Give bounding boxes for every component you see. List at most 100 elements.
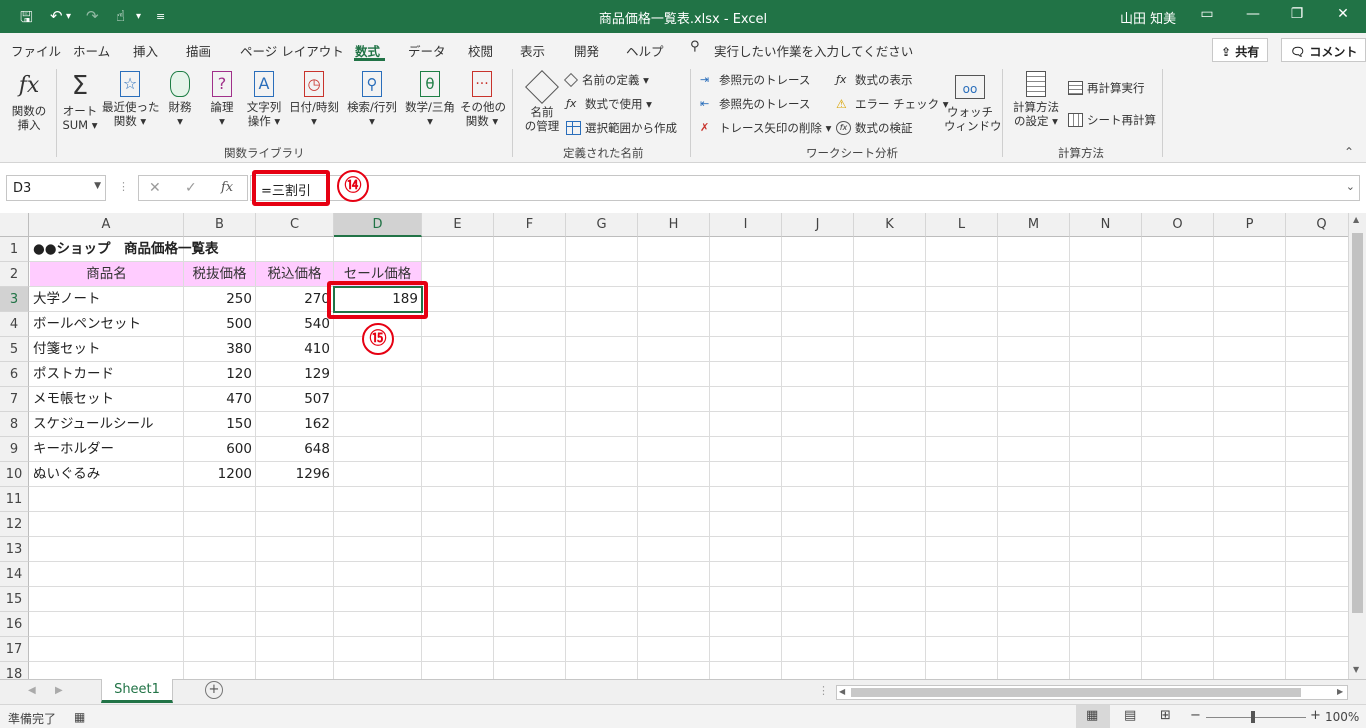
item-name-cell[interactable]: ポストカード (30, 362, 117, 387)
tell-me-box[interactable]: 実行したい作業を入力してください (714, 41, 913, 60)
error-checking-button[interactable]: ⚠ エラー チェック ▾ (836, 96, 949, 112)
row-header-8[interactable]: 8 (0, 412, 29, 437)
tab-data[interactable]: データ (408, 41, 446, 60)
enter-icon[interactable]: ✓ (185, 180, 197, 196)
add-sheet-icon[interactable]: + (205, 681, 223, 699)
insert-function-icon[interactable]: fx (221, 180, 233, 195)
column-header-n[interactable]: N (1070, 213, 1142, 237)
item-pretax-cell[interactable]: 1200 (184, 462, 255, 487)
item-name-cell[interactable]: 付箋セット (30, 337, 104, 362)
comment-button[interactable]: 🗨 コメント (1281, 38, 1366, 62)
zoom-slider-track[interactable] (1206, 717, 1306, 718)
column-header-p[interactable]: P (1214, 213, 1286, 237)
item-taxincl-cell[interactable]: 270 (256, 287, 333, 312)
column-header-j[interactable]: J (782, 213, 854, 237)
row-header-12[interactable]: 12 (0, 512, 29, 537)
sheet-title-cell[interactable]: ●●ショップ 商品価格一覧表 (30, 237, 222, 262)
worksheet-grid[interactable]: A B C D E F G H I J K L M N O P Q 1 2 3 … (0, 213, 1348, 679)
remove-arrows-button[interactable]: ✗ トレース矢印の削除 ▾ (700, 120, 831, 136)
row-header-9[interactable]: 9 (0, 437, 29, 462)
header-cell-pretax[interactable]: 税抜価格 (184, 262, 255, 287)
create-from-selection-button[interactable]: 選択範囲から作成 (566, 120, 677, 136)
item-taxincl-cell[interactable]: 1296 (256, 462, 333, 487)
horizontal-scroll-thumb[interactable] (851, 688, 1301, 697)
row-header-13[interactable]: 13 (0, 537, 29, 562)
name-manager-button[interactable]: 名前 の管理 (520, 70, 564, 133)
page-break-view-icon[interactable]: ⊞ (1160, 708, 1171, 723)
row-header-4[interactable]: 4 (0, 312, 29, 337)
normal-view-icon[interactable]: ▦ (1086, 708, 1098, 723)
tab-draw[interactable]: 描画 (186, 41, 211, 60)
text-functions-button[interactable]: A 文字列 操作 ▾ (244, 71, 284, 128)
calculate-now-button[interactable]: 再計算実行 (1068, 80, 1145, 96)
show-formulas-button[interactable]: ƒx 数式の表示 (836, 72, 913, 88)
column-header-h[interactable]: H (638, 213, 710, 237)
item-pretax-cell[interactable]: 250 (184, 287, 255, 312)
user-name[interactable]: 山田 知美 (1120, 8, 1176, 27)
tab-page-layout[interactable]: ページ レイアウト (240, 41, 344, 60)
tab-insert[interactable]: 挿入 (133, 41, 158, 60)
sheet-tab-sheet1[interactable]: Sheet1 (101, 679, 173, 703)
column-header-a[interactable]: A (29, 213, 184, 237)
vertical-scroll-thumb[interactable] (1352, 233, 1363, 613)
datetime-button[interactable]: ◷ 日付/時刻 ▾ (286, 71, 342, 128)
minimize-icon[interactable]: — (1238, 6, 1268, 22)
expand-formula-icon[interactable]: ⌄ (1346, 180, 1355, 193)
vertical-scrollbar[interactable]: ▲ ▼ (1348, 213, 1366, 679)
row-header-5[interactable]: 5 (0, 337, 29, 362)
item-taxincl-cell[interactable]: 410 (256, 337, 333, 362)
item-pretax-cell[interactable]: 150 (184, 412, 255, 437)
calculate-sheet-button[interactable]: シート再計算 (1068, 112, 1156, 128)
column-header-m[interactable]: M (998, 213, 1070, 237)
row-header-10[interactable]: 10 (0, 462, 29, 487)
zoom-in-icon[interactable]: + (1310, 708, 1321, 723)
autosum-button[interactable]: Σ オート SUM ▾ (60, 71, 100, 132)
row-header-2[interactable]: 2 (0, 262, 29, 287)
item-pretax-cell[interactable]: 380 (184, 337, 255, 362)
row-header-1[interactable]: 1 (0, 237, 29, 262)
item-taxincl-cell[interactable]: 507 (256, 387, 333, 412)
name-box-dropdown-icon[interactable]: ▼ (94, 181, 101, 191)
define-name-button[interactable]: 名前の定義 ▾ (563, 72, 649, 88)
tab-file[interactable]: ファイル (11, 41, 61, 60)
item-taxincl-cell[interactable]: 162 (256, 412, 333, 437)
item-name-cell[interactable]: メモ帳セット (30, 387, 117, 412)
column-header-b[interactable]: B (184, 213, 256, 237)
tab-split-grip-icon[interactable]: ⋮ (818, 684, 829, 697)
column-header-e[interactable]: E (422, 213, 494, 237)
trace-dependents-button[interactable]: ⇤ 参照先のトレース (700, 96, 810, 112)
scroll-left-icon[interactable]: ◀ (839, 687, 845, 696)
name-box[interactable]: D3 ▼ (6, 175, 106, 201)
logical-button[interactable]: ? 論理 ▾ (205, 71, 239, 128)
item-name-cell[interactable]: ぬいぐるみ (30, 462, 103, 487)
column-header-q[interactable]: Q (1286, 213, 1348, 237)
column-header-l[interactable]: L (926, 213, 998, 237)
select-all-corner[interactable] (0, 213, 29, 237)
item-name-cell[interactable]: 大学ノート (30, 287, 104, 312)
page-layout-view-icon[interactable]: ▤ (1124, 708, 1136, 723)
item-taxincl-cell[interactable]: 129 (256, 362, 333, 387)
trace-precedents-button[interactable]: ⇥ 参照元のトレース (700, 72, 810, 88)
scroll-up-icon[interactable]: ▲ (1353, 215, 1359, 224)
scroll-right-icon[interactable]: ▶ (1337, 687, 1343, 696)
column-header-i[interactable]: I (710, 213, 782, 237)
financial-button[interactable]: 財務 ▾ (163, 71, 197, 128)
horizontal-scrollbar[interactable]: ◀ ▶ (836, 685, 1348, 700)
calculation-options-button[interactable]: 計算方法 の設定 ▾ (1008, 71, 1064, 128)
restore-icon[interactable]: ❐ (1282, 6, 1312, 22)
column-header-o[interactable]: O (1142, 213, 1214, 237)
row-header-15[interactable]: 15 (0, 587, 29, 612)
row-header-16[interactable]: 16 (0, 612, 29, 637)
row-header-7[interactable]: 7 (0, 387, 29, 412)
item-pretax-cell[interactable]: 500 (184, 312, 255, 337)
prev-sheet-icon[interactable]: ◀ (28, 685, 36, 696)
row-header-18[interactable]: 18 (0, 662, 29, 679)
tab-help[interactable]: ヘルプ (626, 41, 664, 60)
tab-view[interactable]: 表示 (520, 41, 545, 60)
formula-input[interactable]: =三割引 ⌄ (250, 175, 1360, 201)
item-pretax-cell[interactable]: 600 (184, 437, 255, 462)
item-taxincl-cell[interactable]: 540 (256, 312, 333, 337)
item-name-cell[interactable]: キーホルダー (30, 437, 117, 462)
column-header-d[interactable]: D (334, 213, 422, 237)
column-header-c[interactable]: C (256, 213, 334, 237)
